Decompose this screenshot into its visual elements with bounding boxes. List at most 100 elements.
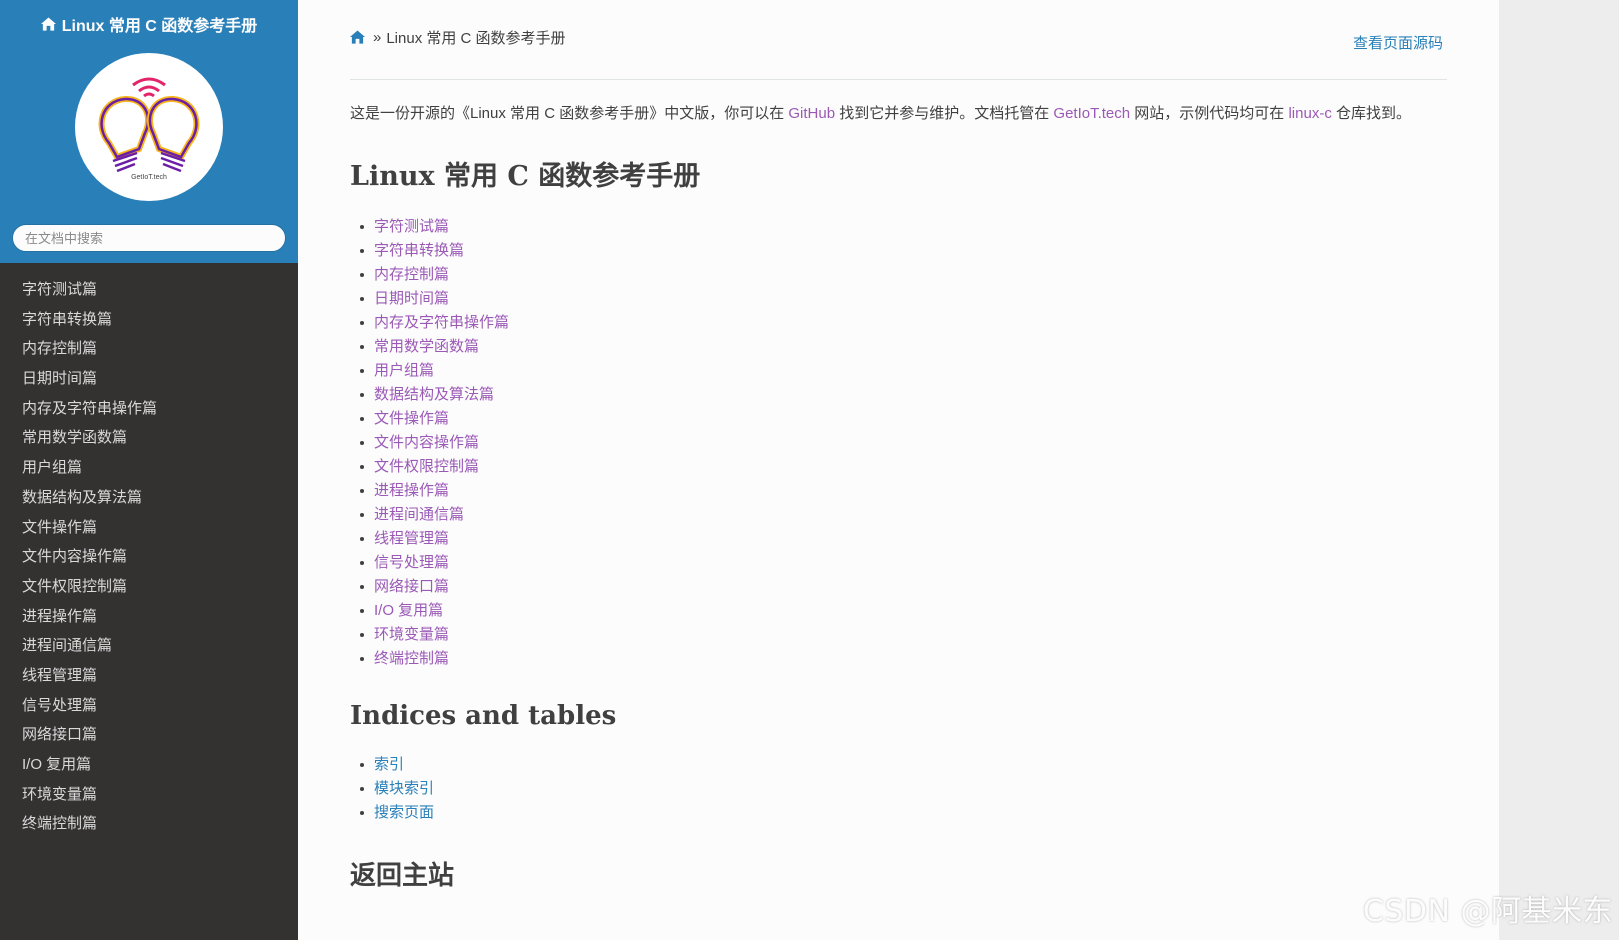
intro-text: 仓库找到。 (1331, 105, 1411, 122)
github-link[interactable]: GitHub (788, 105, 835, 122)
view-source-link[interactable]: 查看页面源码 (1353, 32, 1443, 53)
sidebar-nav-item[interactable]: 文件权限控制篇 (0, 572, 298, 602)
toc-link[interactable]: 日期时间篇 (374, 287, 449, 311)
list-item: 文件操作篇 (360, 407, 1447, 431)
list-item: 进程间通信篇 (360, 503, 1447, 527)
toc-link[interactable]: 进程间通信篇 (374, 503, 464, 527)
list-item: 文件内容操作篇 (360, 431, 1447, 455)
toc-link[interactable]: 字符测试篇 (374, 215, 449, 239)
toc-link[interactable]: 用户组篇 (374, 359, 434, 383)
sidebar-nav-item[interactable]: 字符测试篇 (0, 275, 298, 305)
sidebar-nav-item[interactable]: 文件内容操作篇 (0, 542, 298, 572)
toc-link[interactable]: 数据结构及算法篇 (374, 383, 494, 407)
project-title: Linux 常用 C 函数参考手册 (61, 18, 258, 35)
search-input[interactable] (12, 224, 286, 252)
sidebar-nav: 字符测试篇 字符串转换篇 内存控制篇 日期时间篇 内存及字符串操作篇 常用数学函数篇 用户组… (0, 263, 298, 839)
sidebar-nav-item[interactable]: 数据结构及算法篇 (0, 483, 298, 513)
bullet-icon (360, 441, 364, 445)
sidebar-nav-item[interactable]: 线程管理篇 (0, 661, 298, 691)
toc-link[interactable]: 终端控制篇 (374, 647, 449, 671)
sidebar-nav-item[interactable]: 进程间通信篇 (0, 631, 298, 661)
intro-text: 找到它并参与维护。文档托管在 (835, 105, 1054, 122)
list-item: 日期时间篇 (360, 287, 1447, 311)
sidebar-nav-item[interactable]: 网络接口篇 (0, 720, 298, 750)
intro-text: 网站，示例代码均可在 (1130, 105, 1289, 122)
intro-text: 这是一份开源的《Linux 常用 C 函数参考手册》中文版，你可以在 (350, 105, 789, 122)
sidebar-nav-item[interactable]: 终端控制篇 (0, 809, 298, 839)
index-link[interactable]: 索引 (374, 753, 404, 777)
bullet-icon (360, 609, 364, 613)
sidebar-nav-item[interactable]: 常用数学函数篇 (0, 423, 298, 453)
divider (350, 79, 1447, 80)
toc-link[interactable]: 文件权限控制篇 (374, 455, 479, 479)
list-item: 搜索页面 (360, 801, 1447, 825)
list-item: 字符串转换篇 (360, 239, 1447, 263)
toc-link[interactable]: 线程管理篇 (374, 527, 449, 551)
sidebar-nav-item[interactable]: I/O 复用篇 (0, 750, 298, 780)
toc-link[interactable]: 文件内容操作篇 (374, 431, 479, 455)
list-item: 环境变量篇 (360, 623, 1447, 647)
page-title: Linux 常用 C 函数参考手册 (350, 161, 701, 192)
sidebar-nav-item[interactable]: 信号处理篇 (0, 691, 298, 721)
bullet-icon (360, 369, 364, 373)
breadcrumb: » Linux 常用 C 函数参考手册 查看页面源码 (350, 26, 1447, 52)
list-item: 信号处理篇 (360, 551, 1447, 575)
project-home-link[interactable]: Linux 常用 C 函数参考手册 (40, 12, 258, 36)
bullet-icon (360, 811, 364, 815)
bullet-icon (360, 787, 364, 791)
index-link[interactable]: 模块索引 (374, 777, 434, 801)
toc-link[interactable]: I/O 复用篇 (374, 599, 443, 623)
sidebar-nav-item[interactable]: 用户组篇 (0, 453, 298, 483)
sidebar-nav-item[interactable]: 进程操作篇 (0, 602, 298, 632)
bullet-icon (360, 489, 364, 493)
list-item: 内存控制篇 (360, 263, 1447, 287)
main-content: » Linux 常用 C 函数参考手册 查看页面源码 这是一份开源的《Linux… (298, 0, 1499, 940)
site-logo[interactable]: GetIoT.tech (75, 53, 223, 201)
toc-link[interactable]: 进程操作篇 (374, 479, 449, 503)
toc-link[interactable]: 常用数学函数篇 (374, 335, 479, 359)
bullet-icon (360, 513, 364, 517)
linux-c-repo-link[interactable]: linux-c (1288, 105, 1331, 122)
toc-link[interactable]: 环境变量篇 (374, 623, 449, 647)
toc-link[interactable]: 信号处理篇 (374, 551, 449, 575)
bullet-icon (360, 417, 364, 421)
toc-link[interactable]: 文件操作篇 (374, 407, 449, 431)
list-item: 终端控制篇 (360, 647, 1447, 671)
sidebar-nav-item[interactable]: 字符串转换篇 (0, 305, 298, 335)
list-item: 模块索引 (360, 777, 1447, 801)
list-item: 常用数学函数篇 (360, 335, 1447, 359)
list-item: 内存及字符串操作篇 (360, 311, 1447, 335)
bullet-icon (360, 657, 364, 661)
sidebar-nav-item[interactable]: 文件操作篇 (0, 513, 298, 543)
list-item: 字符测试篇 (360, 215, 1447, 239)
intro-paragraph: 这是一份开源的《Linux 常用 C 函数参考手册》中文版，你可以在 GitHu… (350, 102, 1447, 126)
sidebar-nav-item[interactable]: 内存控制篇 (0, 334, 298, 364)
getiot-link[interactable]: GetIoT.tech (1053, 105, 1130, 122)
list-item: I/O 复用篇 (360, 599, 1447, 623)
toc-link[interactable]: 内存及字符串操作篇 (374, 311, 509, 335)
bullet-icon (360, 561, 364, 565)
sidebar-nav-item[interactable]: 内存及字符串操作篇 (0, 394, 298, 424)
sidebar-nav-item[interactable]: 环境变量篇 (0, 780, 298, 810)
sidebar-nav-item[interactable]: 日期时间篇 (0, 364, 298, 394)
breadcrumb-current: Linux 常用 C 函数参考手册 (386, 29, 566, 47)
bullet-icon (360, 465, 364, 469)
watermark: CSDN @阿基米东 (1362, 894, 1613, 929)
home-icon (40, 17, 56, 31)
toc-link[interactable]: 字符串转换篇 (374, 239, 464, 263)
list-item: 线程管理篇 (360, 527, 1447, 551)
bullet-icon (360, 393, 364, 397)
bullet-icon (360, 633, 364, 637)
bullet-icon (360, 345, 364, 349)
home-icon[interactable] (350, 30, 365, 44)
bullet-icon (360, 297, 364, 301)
toc-link[interactable]: 内存控制篇 (374, 263, 449, 287)
index-link[interactable]: 搜索页面 (374, 801, 434, 825)
breadcrumb-separator: » (373, 28, 382, 46)
sidebar-header: Linux 常用 C 函数参考手册 GetIoT.tech (0, 0, 298, 263)
indices-heading: Indices and tables (350, 701, 617, 731)
toc-link[interactable]: 网络接口篇 (374, 575, 449, 599)
list-item: 用户组篇 (360, 359, 1447, 383)
toc-list: 字符测试篇 字符串转换篇 内存控制篇 日期时间篇 内存及字符串操作篇 常用数学函数篇 用户组… (350, 215, 1447, 671)
bulb-logo-icon: GetIoT.tech (98, 77, 200, 181)
